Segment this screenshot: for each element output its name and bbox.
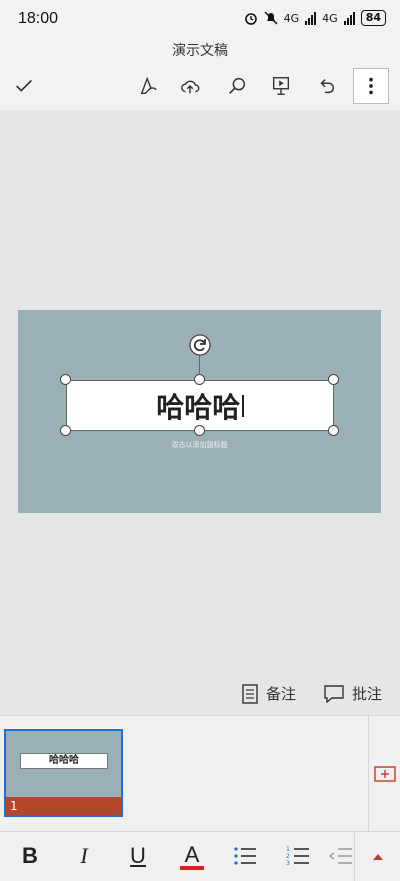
decrease-indent-button[interactable] (328, 838, 352, 874)
search-icon (229, 77, 246, 94)
status-icons: 4G 4G 84 (244, 10, 386, 26)
signal-label-2: 4G (322, 11, 338, 25)
subtitle-placeholder[interactable]: 双击以添加副标题 (18, 440, 381, 450)
italic-button[interactable]: I (66, 838, 102, 874)
bullet-list-button[interactable] (227, 838, 263, 874)
title-textbox[interactable]: 哈哈哈 (66, 380, 334, 431)
add-slide-button[interactable] (368, 716, 400, 832)
notes-label: 备注 (266, 685, 297, 703)
top-toolbar (0, 64, 400, 110)
more-icon (369, 77, 373, 95)
svg-text:3: 3 (286, 860, 290, 866)
status-time: 18:00 (18, 10, 59, 27)
expand-format-button[interactable] (354, 832, 400, 881)
add-slide-icon (373, 766, 396, 782)
resize-handle[interactable] (60, 374, 71, 385)
format-toolbar: B I U A 123 (0, 831, 400, 881)
slide-thumbnail[interactable]: 哈哈哈 1 (4, 729, 123, 817)
present-button[interactable] (263, 68, 299, 104)
slide[interactable]: 哈哈哈 双击以添加副标题 (18, 310, 381, 513)
slide-canvas[interactable]: 哈哈哈 双击以添加副标题 (0, 110, 400, 715)
resize-handle[interactable] (194, 374, 205, 385)
signal-icon (305, 11, 317, 25)
battery-icon: 84 (360, 10, 386, 26)
font-color-glyph: A (184, 842, 200, 867)
more-options-button[interactable] (353, 68, 389, 104)
resize-handle[interactable] (194, 425, 205, 436)
draw-button[interactable] (131, 68, 167, 104)
resize-handle[interactable] (328, 425, 339, 436)
status-bar: 18:00 4G 4G 84 (0, 0, 400, 40)
rotate-handle-icon[interactable] (189, 334, 211, 356)
present-icon (272, 77, 290, 95)
alarm-icon (244, 13, 257, 25)
resize-handle[interactable] (60, 425, 71, 436)
mute-icon (264, 11, 278, 25)
underline-button[interactable]: U (120, 838, 156, 874)
notes-icon (242, 683, 258, 704)
signal-icon (343, 11, 355, 25)
undo-icon (320, 79, 334, 94)
thumbnail-number: 1 (6, 797, 121, 815)
title-text[interactable]: 哈哈哈 (156, 386, 240, 426)
text-caret (242, 394, 244, 417)
check-icon (16, 79, 32, 92)
decrease-indent-icon (328, 848, 352, 864)
svg-text:2: 2 (286, 853, 290, 860)
thumbnail-strip: 哈哈哈 1 (0, 715, 400, 832)
comments-button[interactable]: 批注 (324, 683, 382, 704)
save-cloud-button[interactable] (172, 68, 208, 104)
caret-up-icon (372, 854, 383, 860)
bullet-list-icon (234, 847, 256, 865)
font-color-button[interactable]: A (174, 838, 210, 874)
resize-handle[interactable] (328, 374, 339, 385)
notes-bar: 备注 批注 (0, 683, 400, 713)
undo-button[interactable] (308, 68, 344, 104)
done-button[interactable] (6, 68, 42, 104)
pen-icon (140, 76, 157, 95)
font-color-swatch (180, 866, 204, 870)
comments-label: 批注 (352, 685, 383, 703)
signal-label-1: 4G (283, 11, 300, 25)
bold-button[interactable]: B (12, 838, 48, 874)
cloud-upload-icon (181, 80, 200, 94)
document-title: 演示文稿 (0, 40, 400, 64)
comment-icon (324, 684, 344, 703)
numbered-list-button[interactable]: 123 (280, 838, 316, 874)
thumbnail-title: 哈哈哈 (20, 753, 108, 769)
notes-button[interactable]: 备注 (242, 683, 296, 704)
numbered-list-icon: 123 (286, 846, 309, 866)
svg-text:1: 1 (286, 846, 290, 853)
search-button[interactable] (219, 68, 255, 104)
